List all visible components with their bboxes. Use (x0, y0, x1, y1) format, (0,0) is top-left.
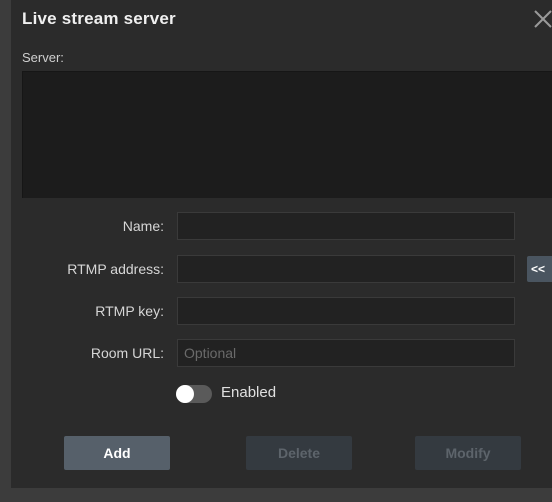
live-stream-server-dialog: Live stream server Server: Name: RTMP ad… (0, 0, 552, 502)
modify-button[interactable]: Modify (415, 436, 521, 470)
fill-rtmp-address-button[interactable]: << (527, 256, 552, 282)
server-list[interactable] (22, 71, 552, 198)
rtmp-key-field[interactable] (177, 297, 515, 325)
add-button[interactable]: Add (64, 436, 170, 470)
name-field[interactable] (177, 212, 515, 240)
close-icon (534, 10, 552, 28)
rtmp-address-label: RTMP address: (67, 261, 164, 277)
name-label: Name: (122, 218, 164, 234)
rtmp-address-field[interactable] (177, 255, 515, 283)
room-url-field[interactable] (177, 339, 515, 367)
enabled-label: Enabled (221, 384, 277, 401)
server-label: Server: (22, 50, 64, 65)
delete-button[interactable]: Delete (246, 436, 352, 470)
room-url-label: Room URL: (90, 345, 164, 361)
rtmp-key-label: RTMP key: (95, 303, 164, 319)
close-button[interactable] (530, 6, 552, 32)
toggle-knob (176, 385, 194, 403)
dialog-title: Live stream server (22, 9, 176, 28)
enabled-toggle[interactable] (176, 385, 212, 403)
